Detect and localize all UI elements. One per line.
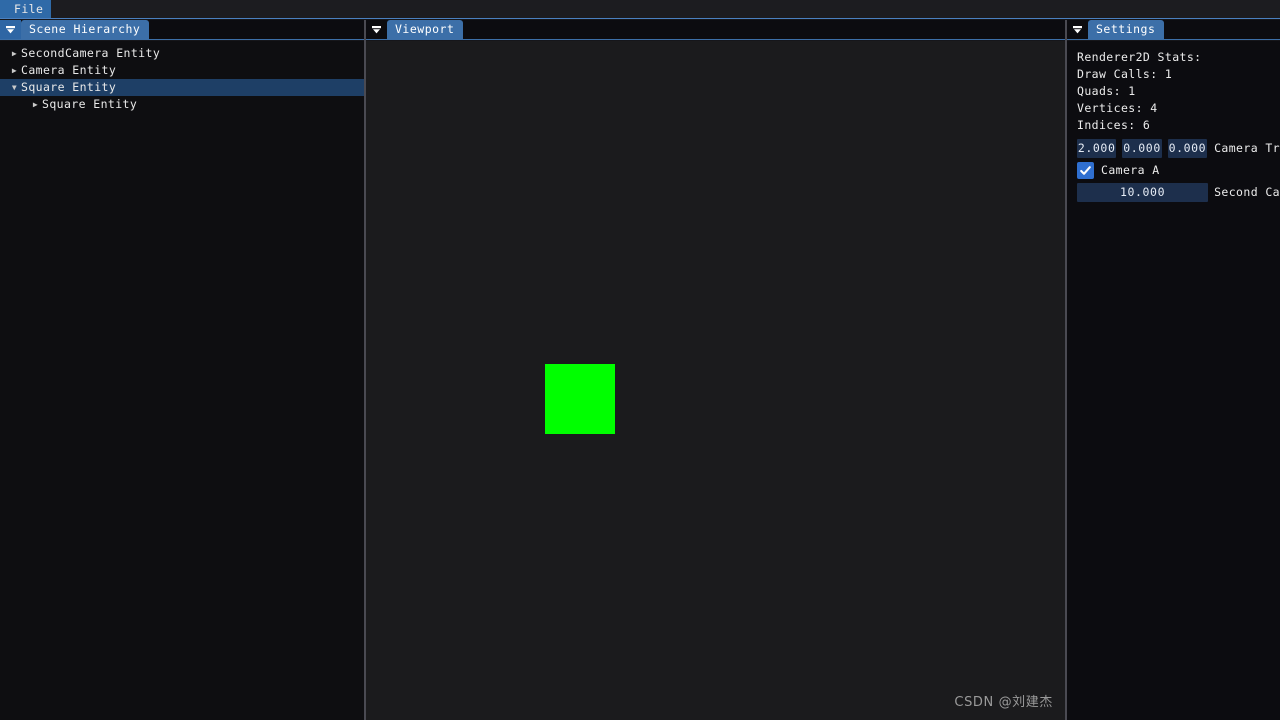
tree-row[interactable]: ▶ Square Entity xyxy=(0,96,364,113)
splitter-hierarchy-viewport[interactable] xyxy=(364,20,366,720)
hierarchy-body: ▶ SecondCamera Entity ▶ Camera Entity ▼ Squar… xyxy=(0,41,364,720)
viewport-body: CSDN @刘建杰 xyxy=(366,41,1065,720)
stat-line: Draw Calls: 1 xyxy=(1077,67,1173,81)
tree-row-label: Square Entity xyxy=(42,97,138,111)
settings-body: Renderer2D Stats: Draw Calls: 1 Quads: 1 Ve… xyxy=(1067,41,1280,720)
scene-hierarchy-panel: Scene Hierarchy ▶ SecondCamera Entity ▶ Cam… xyxy=(0,20,364,720)
splitter-viewport-settings[interactable] xyxy=(1065,20,1067,720)
tree-row-label: SecondCamera Entity xyxy=(21,46,161,60)
collapse-triangle-icon[interactable] xyxy=(1067,20,1088,39)
checkmark-icon xyxy=(1080,166,1091,175)
chevron-right-icon[interactable]: ▶ xyxy=(8,62,21,79)
stat-line: Indices: 6 xyxy=(1077,118,1151,132)
camera-transform-y[interactable]: 0.000 xyxy=(1122,139,1162,158)
settings-panel: Settings Renderer2D Stats: Draw Calls: 1 Q… xyxy=(1067,20,1280,720)
camera-transform-z[interactable]: 0.000 xyxy=(1167,139,1208,158)
viewport-tabbar: Viewport xyxy=(366,20,1065,40)
camera-a-checkbox[interactable] xyxy=(1077,162,1094,179)
tree-row[interactable]: ▶ Camera Entity xyxy=(0,62,364,79)
tree-row[interactable]: ▼ Square Entity xyxy=(0,79,364,96)
tree-row[interactable]: ▶ SecondCamera Entity xyxy=(0,45,364,62)
chevron-down-icon[interactable]: ▼ xyxy=(8,79,21,96)
tab-settings[interactable]: Settings xyxy=(1088,20,1165,39)
viewport-render-surface[interactable]: CSDN @刘建杰 xyxy=(366,41,1065,720)
hierarchy-tabbar: Scene Hierarchy xyxy=(0,20,364,40)
settings-tabbar: Settings xyxy=(1067,20,1280,40)
collapse-triangle-icon[interactable] xyxy=(0,20,21,39)
chevron-right-icon[interactable]: ▶ xyxy=(29,96,42,113)
stat-line: Quads: 1 xyxy=(1077,84,1136,98)
collapse-triangle-icon[interactable] xyxy=(366,20,387,39)
editor-window: File Scene Hierarchy ▶ SecondCamera Entit… xyxy=(0,0,1280,720)
camera-transform-row: 2.000 0.000 0.000 Camera Tr xyxy=(1077,139,1280,158)
second-camera-label: Second Ca xyxy=(1214,185,1280,199)
renderer-stats-block: Renderer2D Stats: Draw Calls: 1 Quads: 1 Ve… xyxy=(1067,45,1280,136)
menu-file[interactable]: File xyxy=(0,0,52,18)
second-camera-value[interactable]: 10.000 xyxy=(1077,183,1209,202)
chevron-right-icon[interactable]: ▶ xyxy=(8,45,21,62)
tree-row-label: Camera Entity xyxy=(21,63,117,77)
camera-transform-label: Camera Tr xyxy=(1214,141,1280,155)
camera-transform-x[interactable]: 2.000 xyxy=(1077,139,1117,158)
scene-green-quad[interactable] xyxy=(545,364,615,434)
stat-line: Renderer2D Stats: xyxy=(1077,50,1202,64)
entity-tree: ▶ SecondCamera Entity ▶ Camera Entity ▼ Squar… xyxy=(0,41,364,113)
second-camera-row: 10.000 Second Ca xyxy=(1077,183,1280,202)
stat-line: Vertices: 4 xyxy=(1077,101,1158,115)
main-menubar: File xyxy=(0,0,1280,19)
watermark-label: CSDN @刘建杰 xyxy=(954,695,1053,710)
camera-a-row: Camera A xyxy=(1077,161,1280,180)
viewport-panel: Viewport CSDN @刘建杰 xyxy=(366,20,1065,720)
tree-row-label: Square Entity xyxy=(21,80,117,94)
camera-a-label: Camera A xyxy=(1101,163,1160,177)
tab-scene-hierarchy[interactable]: Scene Hierarchy xyxy=(21,20,150,39)
tab-viewport[interactable]: Viewport xyxy=(387,20,464,39)
